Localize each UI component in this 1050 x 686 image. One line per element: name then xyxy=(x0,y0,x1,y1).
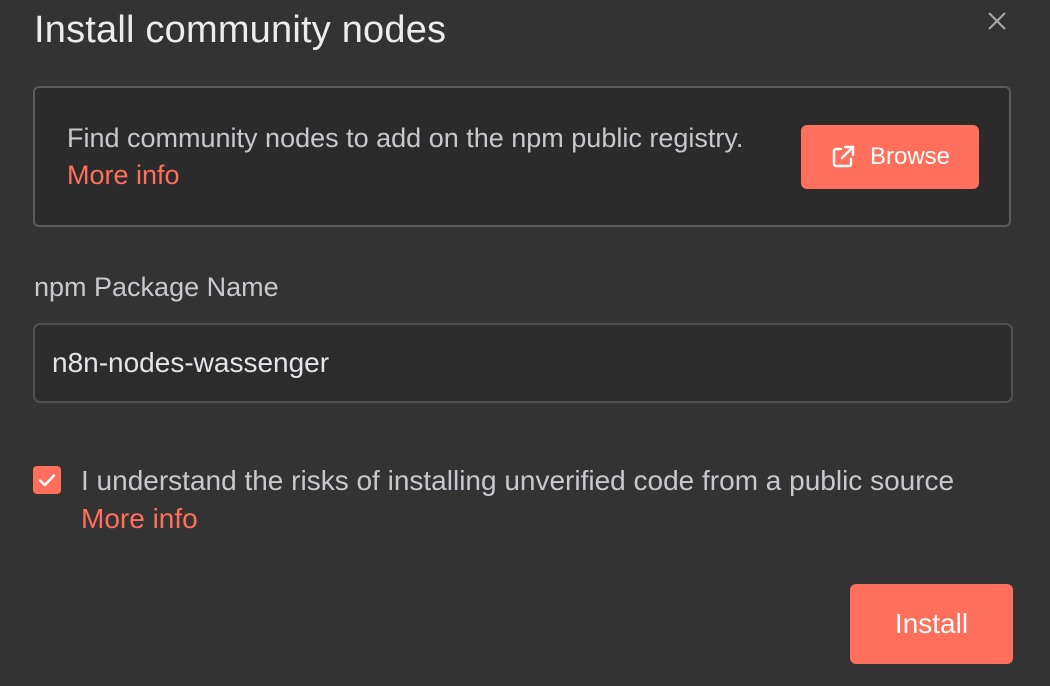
package-name-input[interactable] xyxy=(33,323,1013,403)
risk-checkbox[interactable] xyxy=(33,466,61,494)
dialog-title: Install community nodes xyxy=(34,9,447,51)
risk-checkbox-label: I understand the risks of installing unv… xyxy=(81,465,955,496)
package-name-label: npm Package Name xyxy=(34,272,279,302)
install-community-nodes-dialog: Install community nodes Find community n… xyxy=(0,0,1050,686)
checkmark-icon xyxy=(33,466,61,494)
install-button[interactable]: Install xyxy=(850,584,1013,664)
browse-button[interactable]: Browse xyxy=(801,125,979,189)
community-info-box: Find community nodes to add on the npm p… xyxy=(33,86,1011,227)
info-text: Find community nodes to add on the npm p… xyxy=(67,120,747,194)
info-more-info-link[interactable]: More info xyxy=(67,160,180,190)
info-description: Find community nodes to add on the npm p… xyxy=(67,123,744,153)
external-link-icon xyxy=(830,144,856,170)
risk-acknowledgement: I understand the risks of installing unv… xyxy=(33,462,1013,542)
risk-more-info-link[interactable]: More info xyxy=(81,500,198,538)
close-icon xyxy=(982,6,1012,36)
browse-label: Browse xyxy=(869,143,951,170)
close-button[interactable] xyxy=(982,6,1012,36)
